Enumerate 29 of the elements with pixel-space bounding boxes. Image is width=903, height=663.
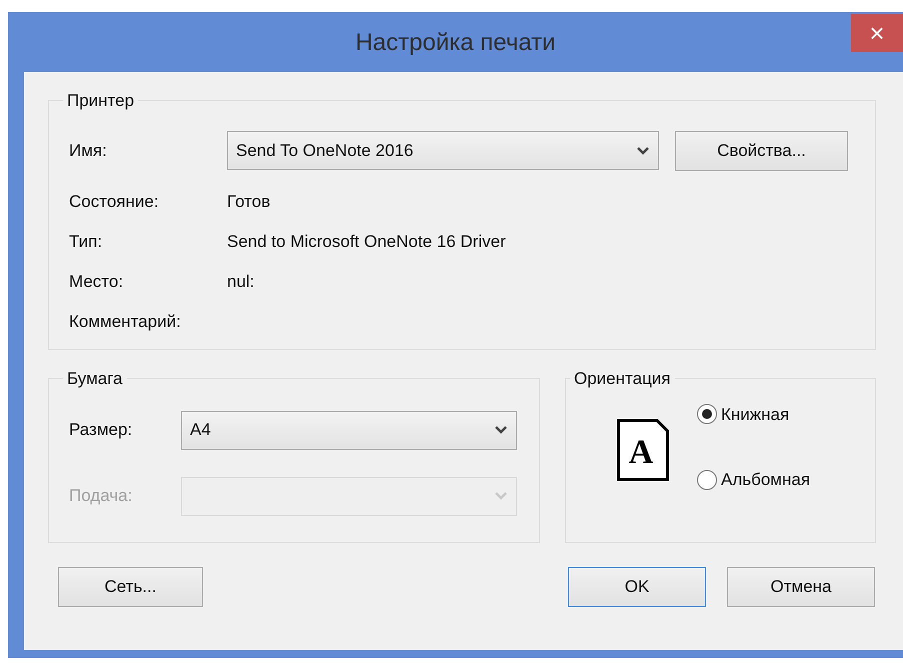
info-label: Комментарий:: [69, 310, 182, 333]
info-value: Send to Microsoft OneNote 16 Driver: [227, 230, 506, 253]
group-title: Принтер: [66, 90, 136, 112]
group-title: Бумага: [66, 368, 124, 390]
dialog-button[interactable]: Свойства...: [675, 130, 848, 170]
info-value: nul:: [227, 270, 254, 293]
dialog-button[interactable]: Сеть...: [58, 567, 203, 607]
info-label: Состояние:: [69, 190, 160, 213]
dropdown-field[interactable]: A4: [181, 410, 517, 450]
chevron-down-icon: [494, 491, 508, 501]
radio-option[interactable]: Книжная: [697, 402, 810, 427]
radio-button[interactable]: [697, 404, 717, 424]
window-title: Настройка печати: [355, 28, 556, 58]
dialog-button[interactable]: Отмена: [727, 567, 875, 607]
chevron-down-icon: [494, 425, 508, 435]
info-value: Готов: [227, 190, 270, 213]
group-title: Ориентация: [573, 368, 672, 390]
field-label: Имя:: [69, 140, 108, 162]
info-label: Тип:: [69, 230, 104, 253]
chevron-down-icon: [636, 146, 650, 156]
page-preview-icon: A: [617, 419, 669, 481]
close-button[interactable]: ×: [851, 14, 903, 52]
field-label: Подача:: [69, 485, 134, 508]
field-label: Размер:: [69, 419, 134, 442]
dropdown-field[interactable]: Send To OneNote 2016: [227, 131, 659, 170]
radio-button[interactable]: [697, 470, 717, 490]
info-label: Место:: [69, 270, 124, 293]
dialog-button[interactable]: OK: [568, 567, 706, 607]
radio-option[interactable]: Альбомная: [697, 467, 810, 492]
